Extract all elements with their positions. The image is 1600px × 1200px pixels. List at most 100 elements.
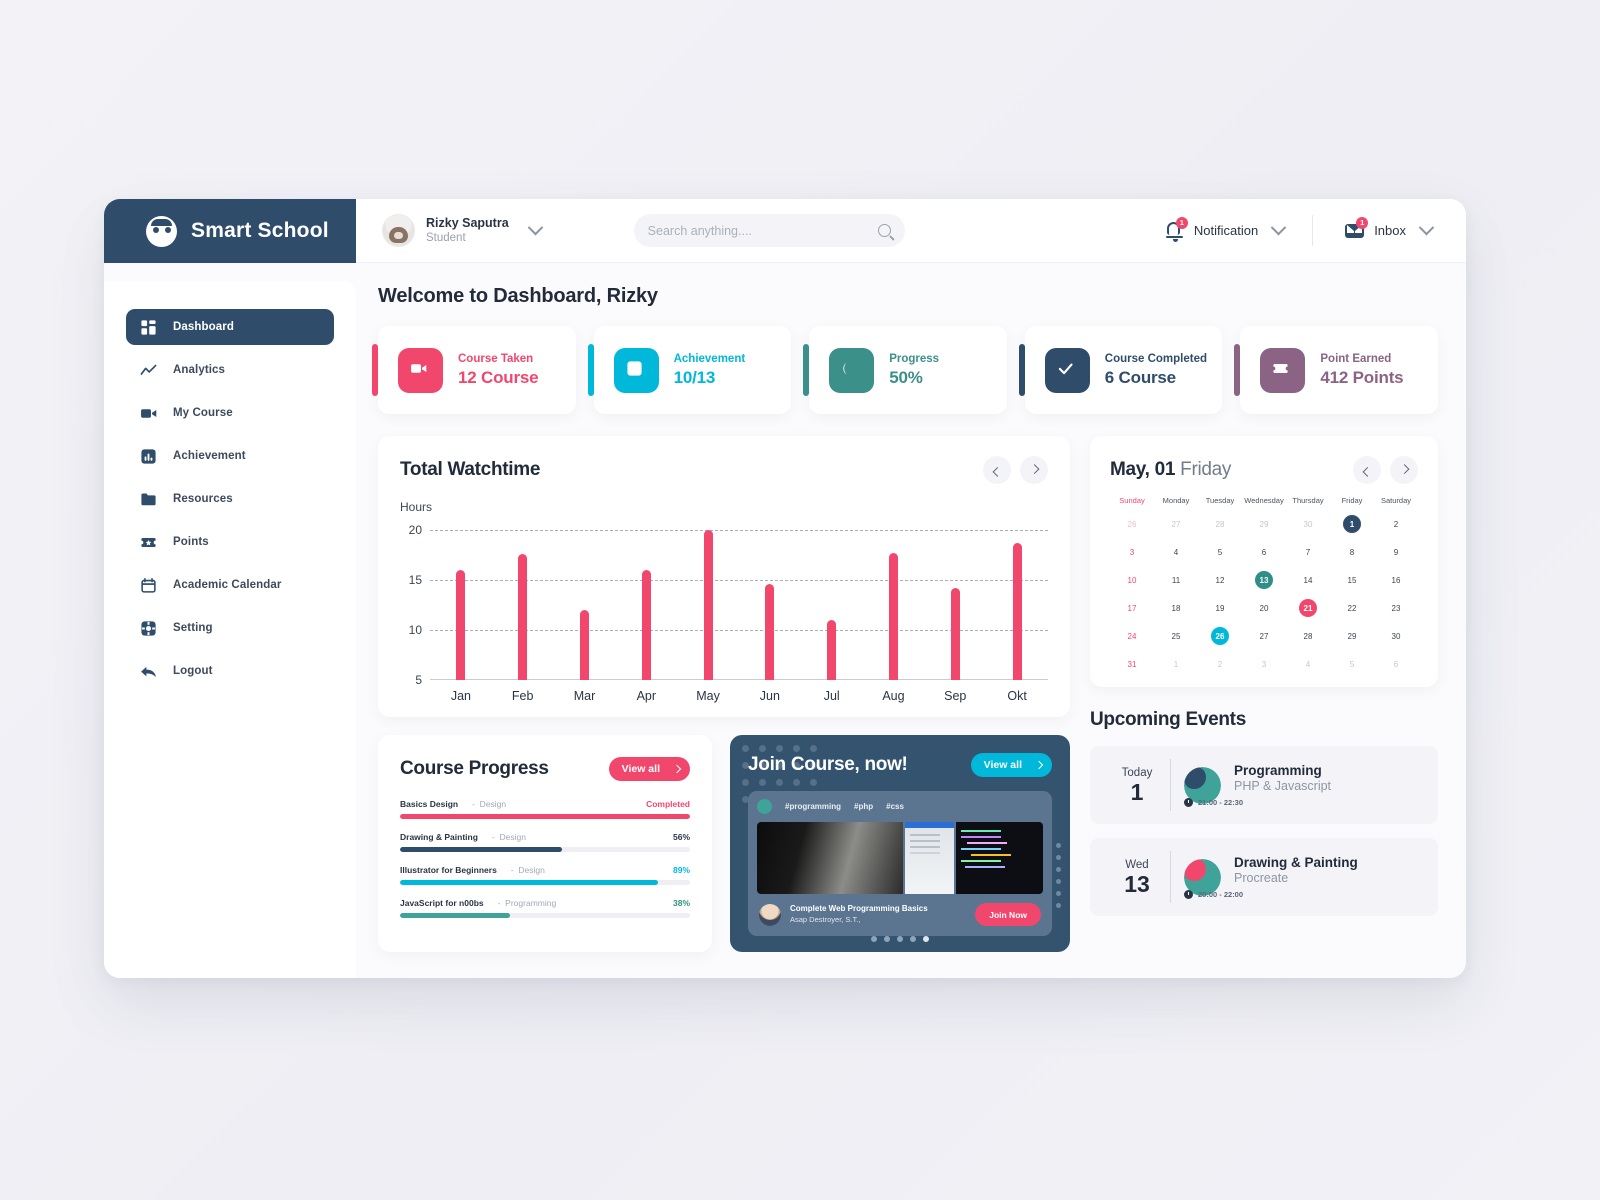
chart-bar[interactable] — [579, 610, 589, 680]
chart-bar[interactable] — [703, 530, 713, 680]
calendar-cell[interactable]: 17 — [1110, 599, 1154, 617]
calendar-day[interactable]: 2 — [1387, 515, 1405, 533]
pager-dot[interactable] — [897, 936, 903, 942]
sidebar-item-dashboard[interactable]: Dashboard — [126, 309, 334, 345]
calendar-day[interactable]: 19 — [1211, 599, 1229, 617]
course-tag[interactable]: #programming — [785, 802, 841, 811]
search-box[interactable] — [633, 214, 905, 247]
calendar-day[interactable]: 25 — [1167, 627, 1185, 645]
calendar-day[interactable]: 31 — [1123, 655, 1141, 673]
search-input[interactable] — [647, 223, 878, 238]
chart-bar[interactable] — [950, 588, 960, 680]
sidebar-item-analytics[interactable]: Analytics — [126, 352, 334, 388]
sidebar-item-my-course[interactable]: My Course — [126, 395, 334, 431]
chevron-down-icon[interactable] — [1418, 219, 1435, 236]
calendar-cell[interactable]: 3 — [1242, 655, 1286, 673]
calendar-day[interactable]: 30 — [1299, 515, 1317, 533]
calendar-day[interactable]: 27 — [1255, 627, 1273, 645]
stat-card-achievement[interactable]: Achievement 10/13 — [587, 326, 792, 414]
calendar-day[interactable]: 4 — [1299, 655, 1317, 673]
calendar-next-button[interactable] — [1390, 456, 1418, 484]
calendar-cell[interactable]: 30 — [1286, 515, 1330, 533]
calendar-cell[interactable]: 9 — [1374, 543, 1418, 561]
calendar-cell[interactable]: 12 — [1198, 571, 1242, 589]
chart-bar[interactable] — [456, 570, 466, 680]
calendar-day[interactable]: 5 — [1343, 655, 1361, 673]
user-menu[interactable]: Rizky Saputra Student — [382, 214, 543, 247]
stat-card-course-taken[interactable]: Course Taken 12 Course — [372, 326, 576, 414]
calendar-day[interactable]: 21 — [1299, 599, 1317, 617]
calendar-day[interactable]: 29 — [1255, 515, 1273, 533]
chevron-down-icon[interactable] — [1270, 219, 1287, 236]
calendar-day[interactable]: 9 — [1387, 543, 1405, 561]
calendar-cell[interactable]: 23 — [1374, 599, 1418, 617]
calendar-day[interactable]: 12 — [1211, 571, 1229, 589]
chart-bar[interactable] — [765, 584, 775, 680]
calendar-day[interactable]: 24 — [1123, 627, 1141, 645]
course-tag[interactable]: #css — [886, 802, 904, 811]
pager-dot[interactable] — [871, 936, 877, 942]
calendar-cell[interactable]: 14 — [1286, 571, 1330, 589]
course-progress-row[interactable]: Basics Design - Design Completed — [400, 799, 690, 819]
calendar-cell[interactable]: 1 — [1154, 655, 1198, 673]
calendar-day[interactable]: 16 — [1387, 571, 1405, 589]
calendar-cell[interactable]: 24 — [1110, 627, 1154, 645]
calendar-day[interactable]: 28 — [1211, 515, 1229, 533]
calendar-cell[interactable]: 21 — [1286, 599, 1330, 617]
calendar-day[interactable]: 22 — [1343, 599, 1361, 617]
chart-bar-column[interactable] — [863, 520, 925, 680]
course-progress-row[interactable]: Drawing & Painting - Design 56% — [400, 832, 690, 852]
join-course-view-all-button[interactable]: View all — [970, 753, 1052, 777]
calendar-day[interactable]: 17 — [1123, 599, 1141, 617]
calendar-cell[interactable]: 19 — [1198, 599, 1242, 617]
course-progress-view-all-button[interactable]: View all — [608, 757, 690, 781]
calendar-day[interactable]: 28 — [1299, 627, 1317, 645]
calendar-cell[interactable]: 7 — [1286, 543, 1330, 561]
calendar-cell[interactable]: 16 — [1374, 571, 1418, 589]
chart-bar[interactable] — [641, 570, 651, 680]
sidebar-item-academic-calendar[interactable]: Academic Calendar — [126, 567, 334, 603]
chart-bar[interactable] — [888, 553, 898, 680]
calendar-day[interactable]: 3 — [1123, 543, 1141, 561]
calendar-cell[interactable]: 26 — [1198, 627, 1242, 645]
chart-bar-column[interactable] — [924, 520, 986, 680]
calendar-day[interactable]: 1 — [1167, 655, 1185, 673]
calendar-cell[interactable]: 4 — [1286, 655, 1330, 673]
calendar-day[interactable]: 20 — [1255, 599, 1273, 617]
chart-bar-column[interactable] — [554, 520, 616, 680]
stat-card-progress[interactable]: Progress 50% — [803, 326, 1007, 414]
calendar-day[interactable]: 10 — [1123, 571, 1141, 589]
pager-dot[interactable] — [923, 936, 929, 942]
chart-bar-column[interactable] — [739, 520, 801, 680]
search-icon[interactable] — [877, 224, 891, 237]
calendar-cell[interactable]: 15 — [1330, 571, 1374, 589]
calendar-cell[interactable]: 31 — [1110, 655, 1154, 673]
calendar-day[interactable]: 26 — [1123, 515, 1141, 533]
calendar-cell[interactable]: 2 — [1198, 655, 1242, 673]
notification-button[interactable]: 1 Notification — [1163, 216, 1287, 242]
chart-bar[interactable] — [1012, 543, 1022, 680]
calendar-day[interactable]: 30 — [1387, 627, 1405, 645]
calendar-cell[interactable]: 29 — [1242, 515, 1286, 533]
calendar-day[interactable]: 14 — [1299, 571, 1317, 589]
stat-card-course-completed[interactable]: Course Completed 6 Course — [1018, 326, 1223, 414]
calendar-cell[interactable]: 8 — [1330, 543, 1374, 561]
calendar-cell[interactable]: 11 — [1154, 571, 1198, 589]
calendar-cell[interactable]: 13 — [1242, 571, 1286, 589]
calendar-day[interactable]: 5 — [1211, 543, 1229, 561]
calendar-cell[interactable]: 10 — [1110, 571, 1154, 589]
course-progress-row[interactable]: Illustrator for Beginners - Design 89% — [400, 865, 690, 885]
calendar-day[interactable]: 8 — [1343, 543, 1361, 561]
event-item[interactable]: Wed 13 Drawing & Painting Procreate 20:00 - … — [1090, 838, 1438, 916]
calendar-day[interactable]: 23 — [1387, 599, 1405, 617]
calendar-day[interactable]: 3 — [1255, 655, 1273, 673]
calendar-day[interactable]: 2 — [1211, 655, 1229, 673]
calendar-cell[interactable]: 28 — [1286, 627, 1330, 645]
calendar-cell[interactable]: 2 — [1374, 515, 1418, 533]
calendar-cell[interactable]: 27 — [1154, 515, 1198, 533]
chevron-down-icon[interactable] — [527, 219, 543, 236]
calendar-cell[interactable]: 28 — [1198, 515, 1242, 533]
calendar-cell[interactable]: 3 — [1110, 543, 1154, 561]
calendar-day[interactable]: 7 — [1299, 543, 1317, 561]
watchtime-prev-button[interactable] — [983, 456, 1011, 484]
